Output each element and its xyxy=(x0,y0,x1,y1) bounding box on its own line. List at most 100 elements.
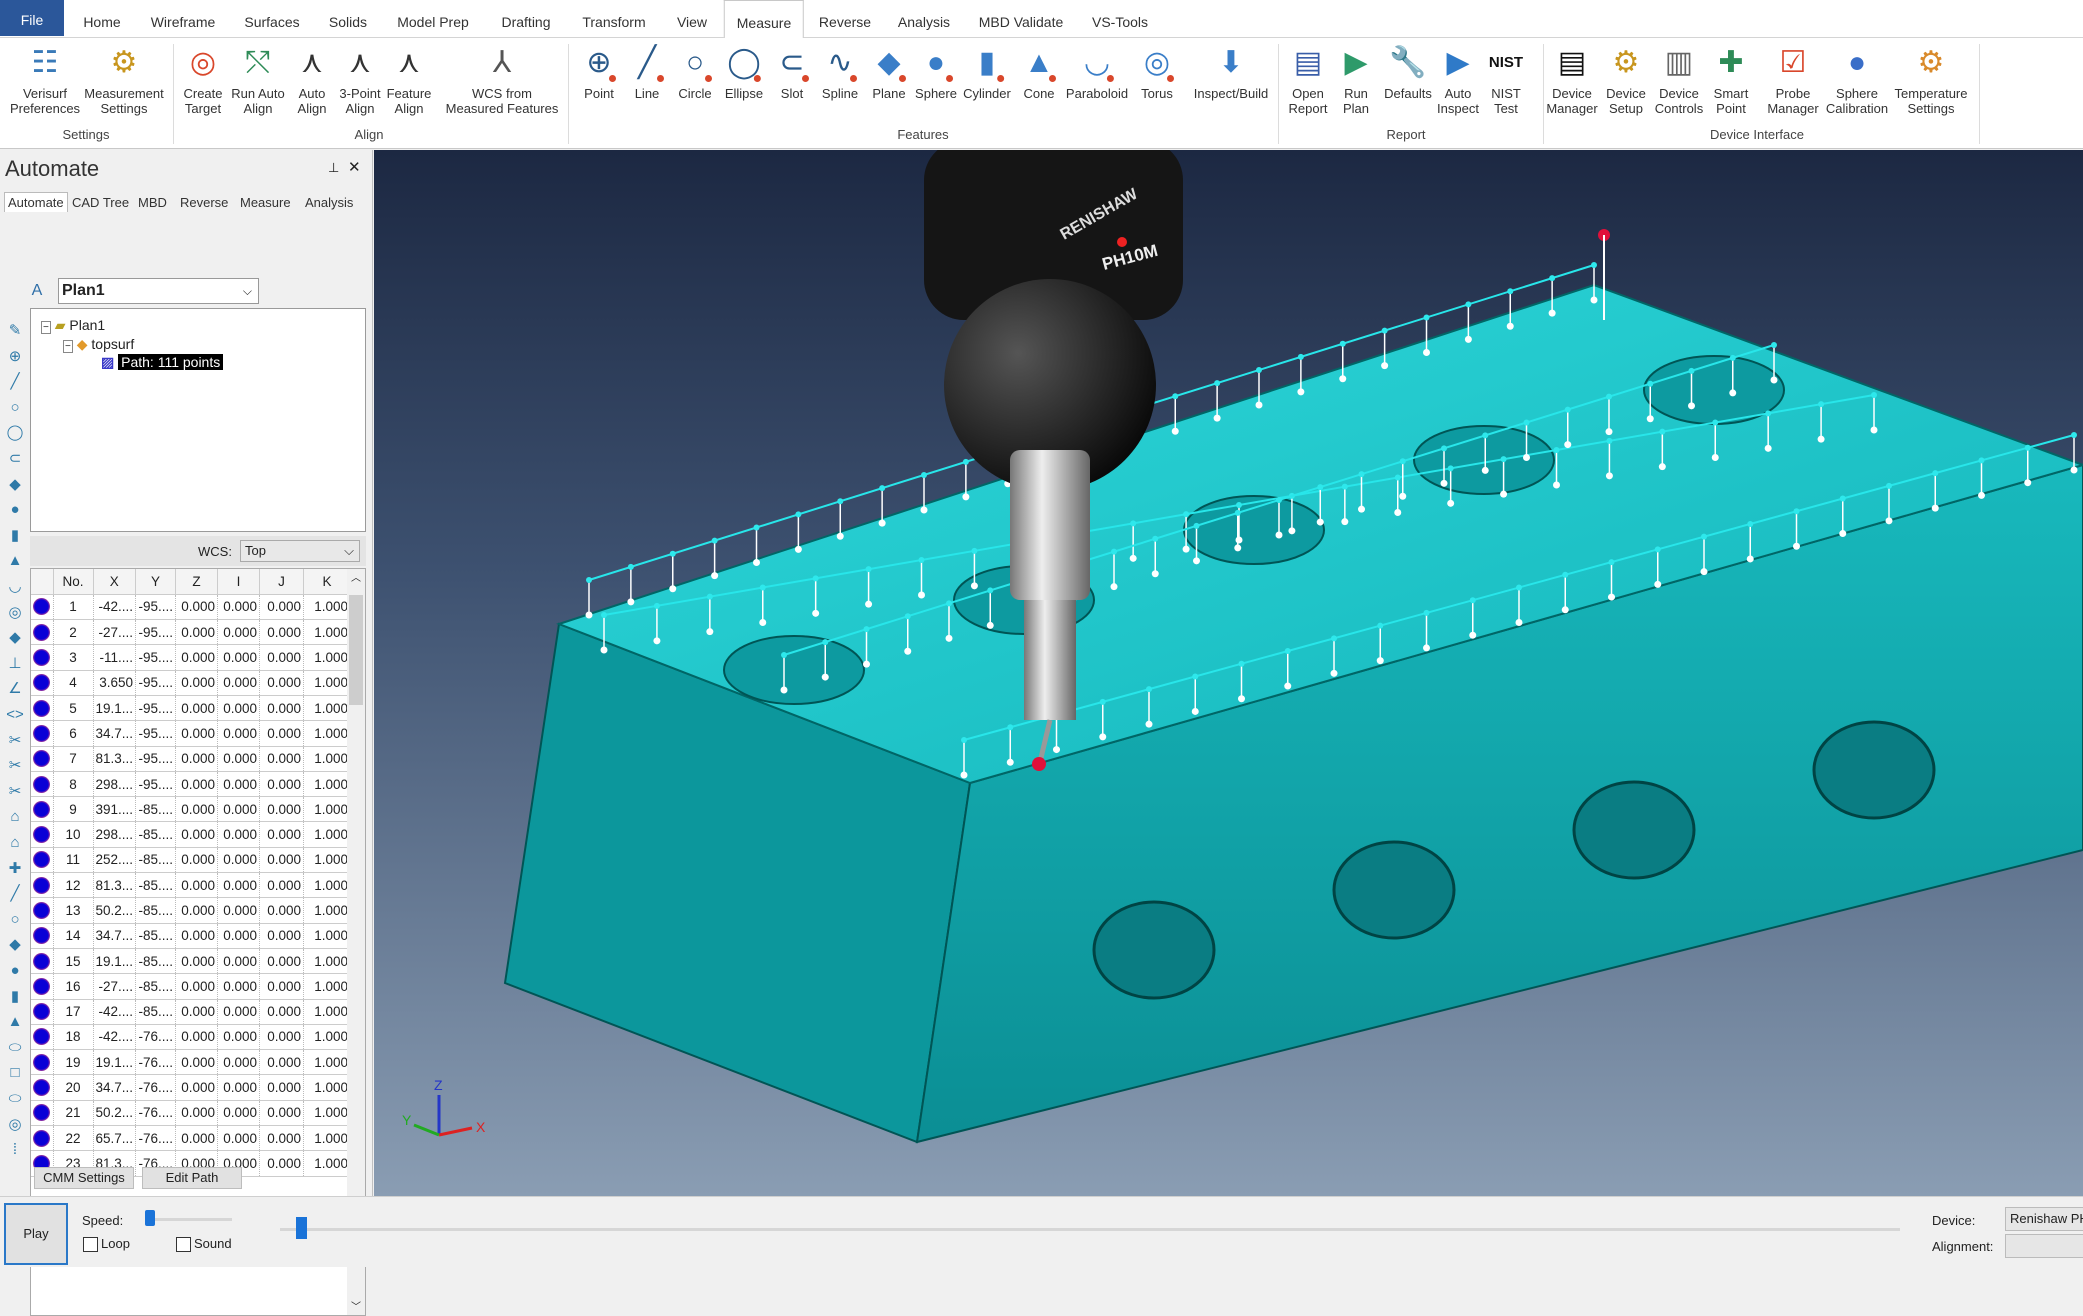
measurement-settings-button[interactable]: ⚙ Measurement Settings xyxy=(84,44,163,116)
tree-node-topsurf[interactable]: − ◆ topsurf xyxy=(63,336,134,353)
auto-inspect-button[interactable]: ▶ Auto Inspect xyxy=(1437,44,1479,116)
feature-tool-icon[interactable]: ◎ xyxy=(4,1114,26,1136)
feature-tool-icon[interactable]: ◆ xyxy=(4,627,26,649)
feature-tool-icon[interactable]: ◯ xyxy=(4,422,26,444)
3-point-align-button[interactable]: ⋏ 3-Point Align xyxy=(339,44,380,116)
sphere-calibration-button[interactable]: ● Sphere Calibration xyxy=(1826,44,1888,116)
create-target-button[interactable]: ◎ Create Target xyxy=(183,44,222,116)
sound-checkbox[interactable]: Sound xyxy=(176,1236,232,1253)
feature-tool-icon[interactable]: ▮ xyxy=(4,986,26,1008)
device-controls-button[interactable]: ▥ Device Controls xyxy=(1655,44,1703,116)
plane-button[interactable]: ◆ Plane xyxy=(870,44,908,101)
defaults-button[interactable]: 🔧 Defaults xyxy=(1384,44,1432,101)
table-row[interactable]: 22 65.7... -76.... 0.000 0.000 0.000 1.000 xyxy=(31,1125,352,1152)
device-manager-button[interactable]: ▤ Device Manager xyxy=(1546,44,1597,116)
column-header[interactable]: No. xyxy=(53,569,94,595)
part-model[interactable]: RENISHAW PH10M Z X Y xyxy=(374,150,2083,1196)
auto-align-button[interactable]: ⋏ Auto Align xyxy=(293,44,331,116)
ribbon-tab-transform[interactable]: Transform xyxy=(570,0,657,38)
table-row[interactable]: 11 252.... -85.... 0.000 0.000 0.000 1.000 xyxy=(31,847,352,874)
table-row[interactable]: 4 3.650 -95.... 0.000 0.000 0.000 1.000 xyxy=(31,670,352,696)
table-row[interactable]: 21 50.2... -76.... 0.000 0.000 0.000 1.000 xyxy=(31,1100,352,1127)
table-row[interactable]: 2 -27.... -95.... 0.000 0.000 0.000 1.000 xyxy=(31,619,352,646)
loop-checkbox[interactable]: Loop xyxy=(83,1236,130,1253)
pin-icon[interactable]: ⊥ xyxy=(328,160,339,176)
table-row[interactable]: 9 391.... -85.... 0.000 0.000 0.000 1.000 xyxy=(31,796,352,823)
feature-tool-icon[interactable]: ⊂ xyxy=(4,448,26,470)
probe-manager-button[interactable]: ☑ Probe Manager xyxy=(1767,44,1818,116)
ribbon-tab-vs-tools[interactable]: VS-Tools xyxy=(1080,0,1160,38)
point-button[interactable]: ⊕ Point xyxy=(580,44,618,101)
ribbon-tab-view[interactable]: View xyxy=(665,0,719,38)
feature-tool-icon[interactable]: ⊕ xyxy=(4,346,26,368)
scroll-up-icon[interactable]: ︿ xyxy=(347,569,365,584)
table-row[interactable]: 19 19.1... -76.... 0.000 0.000 0.000 1.000 xyxy=(31,1049,352,1076)
panel-tab-measure[interactable]: Measure xyxy=(240,195,291,210)
ribbon-tab-solids[interactable]: Solids xyxy=(317,0,379,38)
sphere-button[interactable]: ● Sphere xyxy=(915,44,957,101)
feature-tool-icon[interactable]: ∠ xyxy=(4,678,26,700)
play-button[interactable]: Play xyxy=(4,1203,68,1265)
run-plan-button[interactable]: ▶ Run Plan xyxy=(1337,44,1375,116)
ribbon-tab-home[interactable]: Home xyxy=(71,0,132,38)
ribbon-tab-file[interactable]: File xyxy=(0,0,64,36)
spline-button[interactable]: ∿ Spline xyxy=(821,44,859,101)
playback-slider-thumb[interactable] xyxy=(296,1217,308,1239)
table-row[interactable]: 15 19.1... -85.... 0.000 0.000 0.000 1.000 xyxy=(31,948,352,975)
column-header[interactable]: I xyxy=(217,569,261,595)
feature-tool-icon[interactable]: ◎ xyxy=(4,602,26,624)
ribbon-tab-measure[interactable]: Measure xyxy=(723,0,805,39)
feature-tool-icon[interactable]: ✂ xyxy=(4,781,26,803)
3d-viewport[interactable]: RENISHAW PH10M Z X Y xyxy=(374,150,2083,1196)
feature-tool-icon[interactable]: ⬭ xyxy=(4,1037,26,1059)
scroll-down-icon[interactable]: ﹀ xyxy=(347,1298,365,1313)
column-header[interactable]: K xyxy=(303,569,352,595)
ribbon-tab-reverse[interactable]: Reverse xyxy=(807,0,883,38)
tree-node-plan1[interactable]: − ▰ Plan1 xyxy=(41,317,105,334)
cmm-settings-button[interactable]: CMM Settings xyxy=(34,1167,134,1189)
temperature-settings-button[interactable]: ⚙ Temperature Settings xyxy=(1895,44,1968,116)
edit-path-button[interactable]: Edit Path xyxy=(142,1167,242,1189)
collapse-icon[interactable]: − xyxy=(63,340,73,353)
feature-tool-icon[interactable]: ▲ xyxy=(4,1011,26,1033)
feature-tool-icon[interactable]: <> xyxy=(4,704,26,726)
wcs-from-measured-features-button[interactable]: ⅄ WCS from Measured Features xyxy=(446,44,559,116)
panel-tab-reverse[interactable]: Reverse xyxy=(180,195,228,210)
feature-tool-icon[interactable]: ✎ xyxy=(4,320,26,342)
table-row[interactable]: 1 -42.... -95.... 0.000 0.000 0.000 1.000 xyxy=(31,594,352,621)
feature-tool-icon[interactable]: ◡ xyxy=(4,576,26,598)
wcs-select[interactable]: Top ⌵ xyxy=(240,540,360,562)
feature-tool-icon[interactable]: ⬭ xyxy=(4,1088,26,1110)
open-report-button[interactable]: ▤ Open Report xyxy=(1288,44,1327,116)
panel-tab-cad-tree[interactable]: CAD Tree xyxy=(72,195,129,210)
line-button[interactable]: ╱ Line xyxy=(628,44,666,101)
table-row[interactable]: 7 81.3... -95.... 0.000 0.000 0.000 1.000 xyxy=(31,746,352,772)
panel-tab-mbd[interactable]: MBD xyxy=(138,195,167,210)
ribbon-tab-wireframe[interactable]: Wireframe xyxy=(139,0,228,38)
feature-tool-icon[interactable]: ▮ xyxy=(4,525,26,547)
plan-select[interactable]: Plan1 ⌵ xyxy=(58,278,259,304)
collapse-icon[interactable]: − xyxy=(41,321,51,334)
table-row[interactable]: 14 34.7... -85.... 0.000 0.000 0.000 1.000 xyxy=(31,923,352,949)
table-row[interactable]: 18 -42.... -76.... 0.000 0.000 0.000 1.000 xyxy=(31,1024,352,1051)
cylinder-button[interactable]: ▮ Cylinder xyxy=(963,44,1011,101)
feature-tool-icon[interactable]: ● xyxy=(4,960,26,982)
table-row[interactable]: 12 81.3... -85.... 0.000 0.000 0.000 1.000 xyxy=(31,872,352,899)
nist-test-button[interactable]: NIST NIST Test xyxy=(1487,44,1525,116)
torus-button[interactable]: ◎ Torus xyxy=(1138,44,1176,101)
table-row[interactable]: 20 34.7... -76.... 0.000 0.000 0.000 1.000 xyxy=(31,1074,352,1101)
playback-slider[interactable] xyxy=(280,1217,1900,1239)
device-setup-button[interactable]: ⚙ Device Setup xyxy=(1606,44,1646,116)
feature-tool-icon[interactable]: ✂ xyxy=(4,730,26,752)
feature-align-button[interactable]: ⋏ Feature Align xyxy=(387,44,432,116)
close-icon[interactable]: ✕ xyxy=(348,158,361,176)
table-row[interactable]: 10 298.... -85.... 0.000 0.000 0.000 1.000 xyxy=(31,821,352,848)
panel-tab-analysis[interactable]: Analysis xyxy=(305,195,353,210)
feature-tool-icon[interactable]: ◆ xyxy=(4,474,26,496)
feature-tool-icon[interactable]: ○ xyxy=(4,397,26,419)
paraboloid-button[interactable]: ◡ Paraboloid xyxy=(1066,44,1128,101)
run-auto-align-button[interactable]: ⤲ Run Auto Align xyxy=(231,44,285,116)
table-row[interactable]: 13 50.2... -85.... 0.000 0.000 0.000 1.000 xyxy=(31,897,352,924)
speed-slider[interactable] xyxy=(145,1210,232,1226)
inspect-build-button[interactable]: ⬇ Inspect/Build xyxy=(1194,44,1268,101)
